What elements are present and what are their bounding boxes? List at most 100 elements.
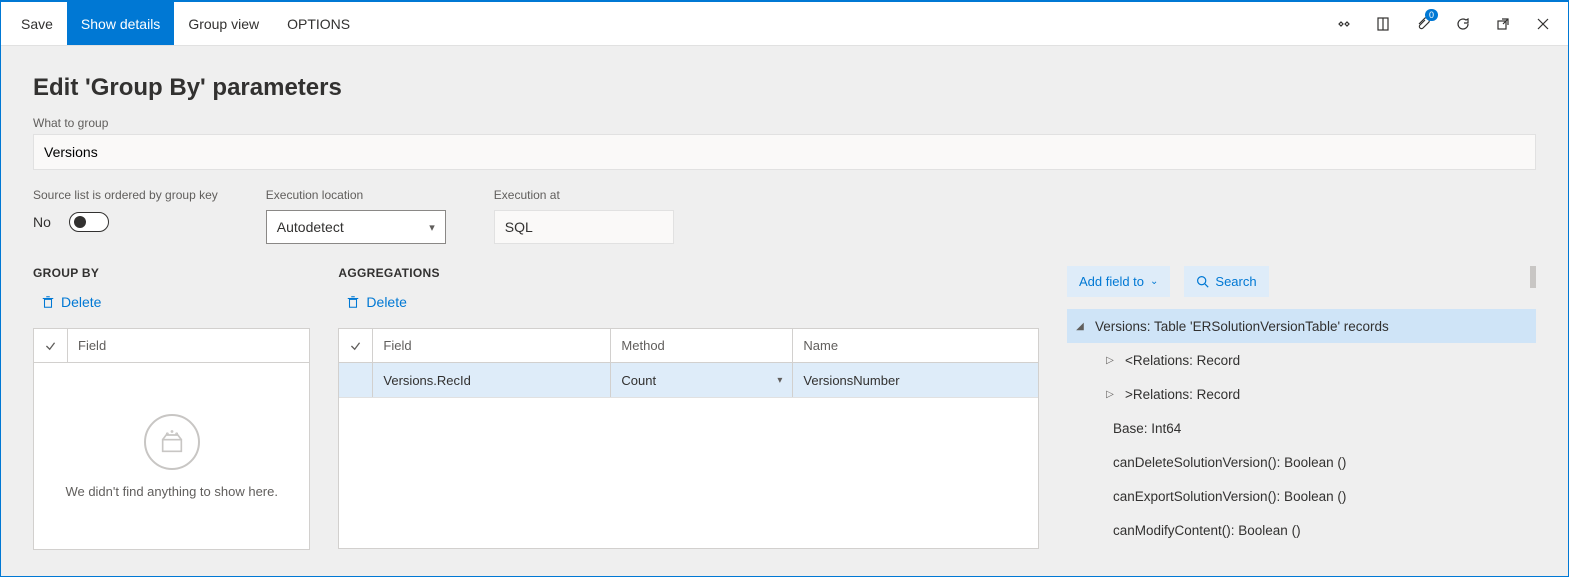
exec-location-label: Execution location bbox=[266, 188, 446, 202]
agg-check-header[interactable] bbox=[339, 329, 373, 362]
tree-item-label: >Relations: Record bbox=[1125, 387, 1240, 402]
tree-item[interactable]: canDeleteSolutionVersion(): Boolean () bbox=[1067, 445, 1536, 479]
refresh-icon bbox=[1455, 16, 1471, 32]
add-field-to-label: Add field to bbox=[1079, 274, 1144, 289]
tree-item-label: canDeleteSolutionVersion(): Boolean () bbox=[1113, 455, 1346, 470]
search-button[interactable]: Search bbox=[1184, 266, 1268, 297]
agg-delete-button[interactable]: Delete bbox=[338, 288, 1039, 316]
link-icon bbox=[1335, 16, 1351, 32]
row-method-cell[interactable]: Count ▾ bbox=[611, 363, 793, 397]
ordered-value-text: No bbox=[33, 214, 51, 230]
trash-icon bbox=[346, 295, 360, 309]
tree-item-label: canExportSolutionVersion(): Boolean () bbox=[1113, 489, 1346, 504]
trash-icon bbox=[41, 295, 55, 309]
exec-location-block: Execution location Autodetect ▾ bbox=[266, 188, 446, 244]
agg-grid-blank bbox=[339, 398, 1038, 548]
link-icon-button[interactable] bbox=[1326, 7, 1360, 41]
office-icon-button[interactable] bbox=[1366, 7, 1400, 41]
groupby-field-header[interactable]: Field bbox=[68, 329, 309, 362]
datasource-actions: Add field to ⌄ Search bbox=[1067, 266, 1536, 297]
tree-item[interactable]: ▷ >Relations: Record bbox=[1067, 377, 1536, 411]
options-button[interactable]: OPTIONS bbox=[273, 2, 364, 45]
check-icon bbox=[44, 339, 57, 353]
agg-name-header[interactable]: Name bbox=[793, 329, 1038, 362]
refresh-button[interactable] bbox=[1446, 7, 1480, 41]
close-button[interactable] bbox=[1526, 7, 1560, 41]
groupby-delete-label: Delete bbox=[61, 294, 101, 310]
ordered-toggle[interactable] bbox=[69, 212, 109, 232]
popout-button[interactable] bbox=[1486, 7, 1520, 41]
group-view-label: Group view bbox=[188, 16, 259, 32]
chevron-down-icon: ▾ bbox=[429, 221, 435, 234]
what-to-group-label: What to group bbox=[33, 116, 1536, 130]
command-bar-right: 0 bbox=[1326, 2, 1568, 45]
row-check[interactable] bbox=[339, 363, 373, 397]
tree-item[interactable]: ▷ <Relations: Record bbox=[1067, 343, 1536, 377]
toolbar-search-button[interactable] bbox=[364, 2, 392, 45]
office-icon bbox=[1375, 16, 1391, 32]
attachment-button[interactable]: 0 bbox=[1406, 7, 1440, 41]
exec-at-value: SQL bbox=[505, 219, 533, 235]
tree-root[interactable]: ◢ Versions: Table 'ERSolutionVersionTabl… bbox=[1067, 309, 1536, 343]
agg-grid: Field Method Name Versions.RecId Count ▾… bbox=[338, 328, 1039, 549]
columns-area: GROUP BY Delete Field We didn't find any… bbox=[33, 266, 1536, 550]
tree-item-label: <Relations: Record bbox=[1125, 353, 1240, 368]
save-button[interactable]: Save bbox=[1, 2, 67, 45]
exec-at-block: Execution at SQL bbox=[494, 188, 674, 244]
expander-collapsed-icon: ▷ bbox=[1103, 355, 1117, 366]
agg-delete-label: Delete bbox=[366, 294, 406, 310]
what-to-group-input[interactable] bbox=[33, 134, 1536, 170]
toolbar-spacer bbox=[392, 2, 1326, 45]
close-icon bbox=[1535, 16, 1551, 32]
show-details-label: Show details bbox=[81, 16, 160, 32]
page-title: Edit 'Group By' parameters bbox=[33, 74, 1536, 102]
search-label: Search bbox=[1215, 274, 1256, 289]
row-name: VersionsNumber bbox=[793, 363, 1038, 397]
tree-root-label: Versions: Table 'ERSolutionVersionTable'… bbox=[1095, 319, 1389, 334]
agg-grid-header: Field Method Name bbox=[339, 329, 1038, 363]
param-row: Source list is ordered by group key No E… bbox=[33, 188, 1536, 244]
agg-field-header[interactable]: Field bbox=[373, 329, 611, 362]
agg-header: AGGREGATIONS bbox=[338, 266, 1039, 280]
chevron-down-icon: ▾ bbox=[777, 375, 782, 386]
command-bar: Save Show details Group view OPTIONS 0 bbox=[1, 2, 1568, 46]
tree-item-label: canModifyContent(): Boolean () bbox=[1113, 523, 1301, 538]
toggle-knob bbox=[74, 216, 86, 228]
tree-item[interactable]: canExportSolutionVersion(): Boolean () bbox=[1067, 479, 1536, 513]
ordered-block: Source list is ordered by group key No bbox=[33, 188, 218, 232]
options-label: OPTIONS bbox=[287, 16, 350, 32]
attachment-badge: 0 bbox=[1425, 9, 1438, 21]
tree-item[interactable]: canModifyContent(): Boolean () bbox=[1067, 513, 1536, 547]
command-bar-left: Save Show details Group view OPTIONS bbox=[1, 2, 392, 45]
save-label: Save bbox=[21, 16, 53, 32]
tree-item-label: Base: Int64 bbox=[1113, 421, 1181, 436]
groupby-check-header[interactable] bbox=[34, 329, 68, 362]
agg-method-header[interactable]: Method bbox=[611, 329, 793, 362]
groupby-header: GROUP BY bbox=[33, 266, 310, 280]
groupby-empty-text: We didn't find anything to show here. bbox=[65, 484, 278, 499]
groupby-grid: Field We didn't find anything to show he… bbox=[33, 328, 310, 550]
aggregations-column: AGGREGATIONS Delete Field Method Name Ve… bbox=[338, 266, 1039, 549]
exec-location-select[interactable]: Autodetect ▾ bbox=[266, 210, 446, 244]
exec-at-label: Execution at bbox=[494, 188, 674, 202]
table-row[interactable]: Versions.RecId Count ▾ VersionsNumber bbox=[339, 363, 1038, 398]
groupby-empty-body: We didn't find anything to show here. bbox=[34, 363, 309, 549]
expander-collapsed-icon: ▷ bbox=[1103, 389, 1117, 400]
row-method: Count bbox=[621, 373, 656, 388]
check-icon bbox=[349, 339, 362, 353]
add-field-to-button[interactable]: Add field to ⌄ bbox=[1067, 266, 1170, 297]
tree-item[interactable]: Base: Int64 bbox=[1067, 411, 1536, 445]
popout-icon bbox=[1495, 16, 1511, 32]
scrollbar-thumb[interactable] bbox=[1530, 266, 1536, 288]
show-details-button[interactable]: Show details bbox=[67, 2, 174, 45]
empty-state-icon bbox=[144, 414, 200, 470]
exec-at-field[interactable]: SQL bbox=[494, 210, 674, 244]
search-icon bbox=[1196, 275, 1209, 288]
groupby-delete-button[interactable]: Delete bbox=[33, 288, 310, 316]
exec-location-value: Autodetect bbox=[277, 219, 344, 235]
content-area: Edit 'Group By' parameters What to group… bbox=[1, 46, 1568, 550]
ordered-label: Source list is ordered by group key bbox=[33, 188, 218, 202]
group-view-button[interactable]: Group view bbox=[174, 2, 273, 45]
chevron-down-icon: ⌄ bbox=[1150, 276, 1158, 287]
groupby-column: GROUP BY Delete Field We didn't find any… bbox=[33, 266, 310, 550]
